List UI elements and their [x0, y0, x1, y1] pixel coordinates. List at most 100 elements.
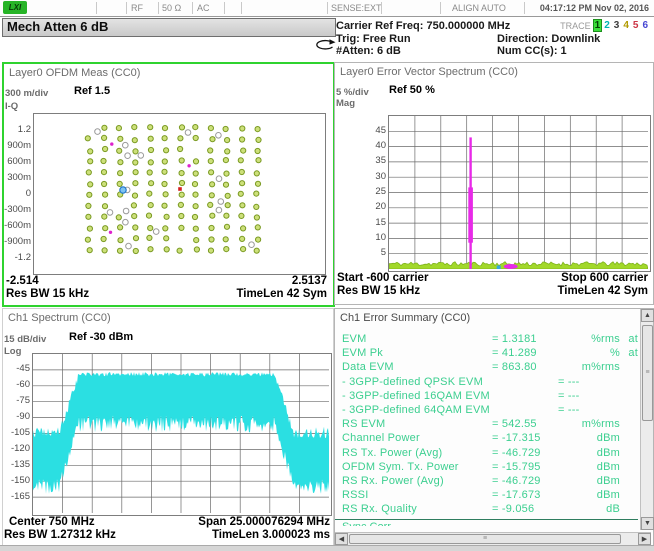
thumb-grip: ≡	[645, 371, 649, 375]
y-axis-label: 300m	[7, 172, 31, 183]
scale-per-div-label: 15 dB/div	[4, 334, 46, 345]
y-axis-label: 25	[375, 186, 386, 197]
panel-ofdm-meas[interactable]: Layer0 OFDM Meas (CC0) 300 m/div Ref 1.5…	[2, 62, 335, 307]
summary-row-value: = -15.795	[492, 461, 541, 475]
y-axis: 1.2900m600m300m0-300m-600m-900m-1.2	[4, 113, 33, 273]
scale-per-div-label: 300 m/div	[5, 88, 48, 99]
summary-row-name: OFDM Sym. Tx. Power	[342, 461, 492, 475]
trace-button-2[interactable]: 2	[603, 20, 611, 31]
res-bw-label: Res BW 15 kHz	[6, 288, 89, 300]
ruler-divider	[158, 2, 159, 14]
coupling-indicator: AC	[197, 3, 210, 13]
panel-ch1-error-summary[interactable]: Ch1 Error Summary (CC0) EVM= 1.3181%rmsa…	[334, 308, 654, 546]
y-axis-label: 1.2	[18, 124, 31, 135]
trace-button-5[interactable]: 5	[632, 20, 640, 31]
datetime-readout: 04:17:12 PM Nov 02, 2016	[540, 3, 649, 13]
num-cc-readout: Num CC(s): 1	[497, 45, 567, 57]
summary-row-extra	[620, 418, 638, 432]
scroll-down-button[interactable]: ▼	[641, 517, 654, 530]
trace-button-6[interactable]: 6	[641, 20, 649, 31]
summary-row-extra: at	[620, 333, 638, 347]
summary-row-value: = -46.729	[492, 475, 541, 489]
scroll-left-button[interactable]: ◀	[335, 533, 348, 545]
timelen-label: TimeLen 3.000023 ms	[212, 529, 330, 541]
impedance-indicator: 50 Ω	[162, 3, 181, 13]
summary-row-extra: at	[620, 347, 638, 361]
center-freq-label: Center 750 MHz	[9, 516, 95, 528]
panel-error-vector-spectrum[interactable]: Layer0 Error Vector Spectrum (CC0) 5 %/d…	[334, 62, 654, 305]
summary-row-extra	[620, 475, 638, 489]
res-bw-label: Res BW 1.27312 kHz	[4, 529, 116, 541]
x-start-label: Start -600 carrier	[337, 272, 428, 284]
summary-row-extra	[620, 461, 638, 475]
ruler-divider	[440, 2, 441, 14]
panel-title: Ch1 Spectrum (CC0)	[8, 312, 111, 324]
summary-row-value: = 41.289	[492, 347, 537, 361]
summary-row-name: EVM Pk	[342, 347, 492, 361]
summary-row: RS EVM= 542.55m%rms	[342, 418, 638, 432]
trigger-readout: Trig: Free Run	[336, 33, 411, 45]
summary-row: Channel Power= -17.315dBm	[342, 432, 638, 446]
summary-row-extra	[623, 376, 638, 390]
vertical-scroll-thumb[interactable]: ≡	[642, 325, 653, 421]
summary-row-unit: dBm	[570, 461, 620, 475]
carrier-ref-freq-readout: Carrier Ref Freq: 750.000000 MHz	[336, 20, 510, 32]
y-axis-label: 5	[381, 247, 386, 258]
summary-row-extra	[620, 447, 638, 461]
scroll-right-button[interactable]: ▶	[638, 533, 651, 545]
summary-row-value: = ---	[558, 404, 579, 418]
panel-title: Ch1 Error Summary (CC0)	[340, 312, 470, 324]
window-bottom-edge	[0, 545, 654, 551]
res-bw-label: Res BW 15 kHz	[337, 285, 420, 297]
y-axis-label: -90	[16, 411, 30, 422]
summary-row-unit: dBm	[570, 475, 620, 489]
ruler-divider	[381, 2, 382, 14]
ruler-divider	[327, 2, 328, 14]
rf-indicator: RF	[131, 3, 143, 13]
axis-format-label: I-Q	[5, 101, 18, 112]
trace-selector: TRACE 123456	[560, 20, 649, 31]
summary-row-extra	[620, 489, 638, 503]
ruler-divider	[96, 2, 97, 14]
constellation-trace	[34, 114, 323, 272]
ruler-divider	[241, 2, 242, 14]
trace-button-1[interactable]: 1	[594, 20, 602, 31]
axis-format-label: Mag	[336, 98, 355, 109]
mech-atten-readout: Mech Atten 6 dB	[2, 18, 336, 37]
summary-row-extra	[620, 361, 638, 375]
y-axis-label: -120	[11, 443, 30, 454]
vsa-window: LXI RF 50 Ω AC SENSE:EXT ALIGN AUTO 04:1…	[0, 0, 654, 551]
y-axis-label: 10	[375, 232, 386, 243]
y-axis-label: -900m	[4, 236, 31, 247]
trace-button-4[interactable]: 4	[622, 20, 630, 31]
y-axis: 45403530252015105	[357, 115, 388, 268]
trace-button-3[interactable]: 3	[613, 20, 621, 31]
horizontal-scrollbar[interactable]: ◀ ≡ ▶	[335, 532, 651, 545]
trace-numbers: 123456	[594, 20, 649, 31]
y-axis-label: -75	[16, 395, 30, 406]
summary-row-extra	[620, 503, 638, 517]
scroll-up-button[interactable]: ▲	[641, 309, 654, 322]
x-stop-label: Stop 600 carrier	[561, 272, 648, 284]
summary-row-unit: %	[570, 347, 620, 361]
panel-ch1-spectrum[interactable]: Ch1 Spectrum (CC0) 15 dB/div Ref -30 dBm…	[2, 308, 334, 546]
ruler-divider	[224, 2, 225, 14]
y-axis-label: 30	[375, 171, 386, 182]
summary-row: RS Rx. Power (Avg)= -46.729 dBm	[342, 475, 638, 489]
summary-row-extra	[620, 432, 638, 446]
summary-partial-row: Sync Corr	[342, 521, 632, 526]
summary-row-name: Data EVM	[342, 361, 492, 375]
panel-title: Layer0 Error Vector Spectrum (CC0)	[340, 66, 518, 78]
vertical-scrollbar[interactable]: ▲ ≡ ▼	[640, 309, 653, 530]
summary-row-value: = ---	[558, 390, 579, 404]
summary-row-name: RS Rx. Quality	[342, 503, 492, 517]
horizontal-scroll-thumb[interactable]: ≡	[349, 534, 621, 544]
summary-row-name: RS Rx. Power (Avg)	[342, 475, 492, 489]
y-axis-label: 0	[26, 188, 31, 199]
y-axis-label: -135	[11, 459, 30, 470]
summary-row: Data EVM= 863.80m%rms	[342, 361, 638, 375]
summary-row-unit: m%rms	[570, 361, 620, 375]
spectrum-plot	[32, 353, 332, 516]
y-axis-label: -600m	[4, 220, 31, 231]
ref-level-label: Ref 1.5	[74, 85, 110, 97]
